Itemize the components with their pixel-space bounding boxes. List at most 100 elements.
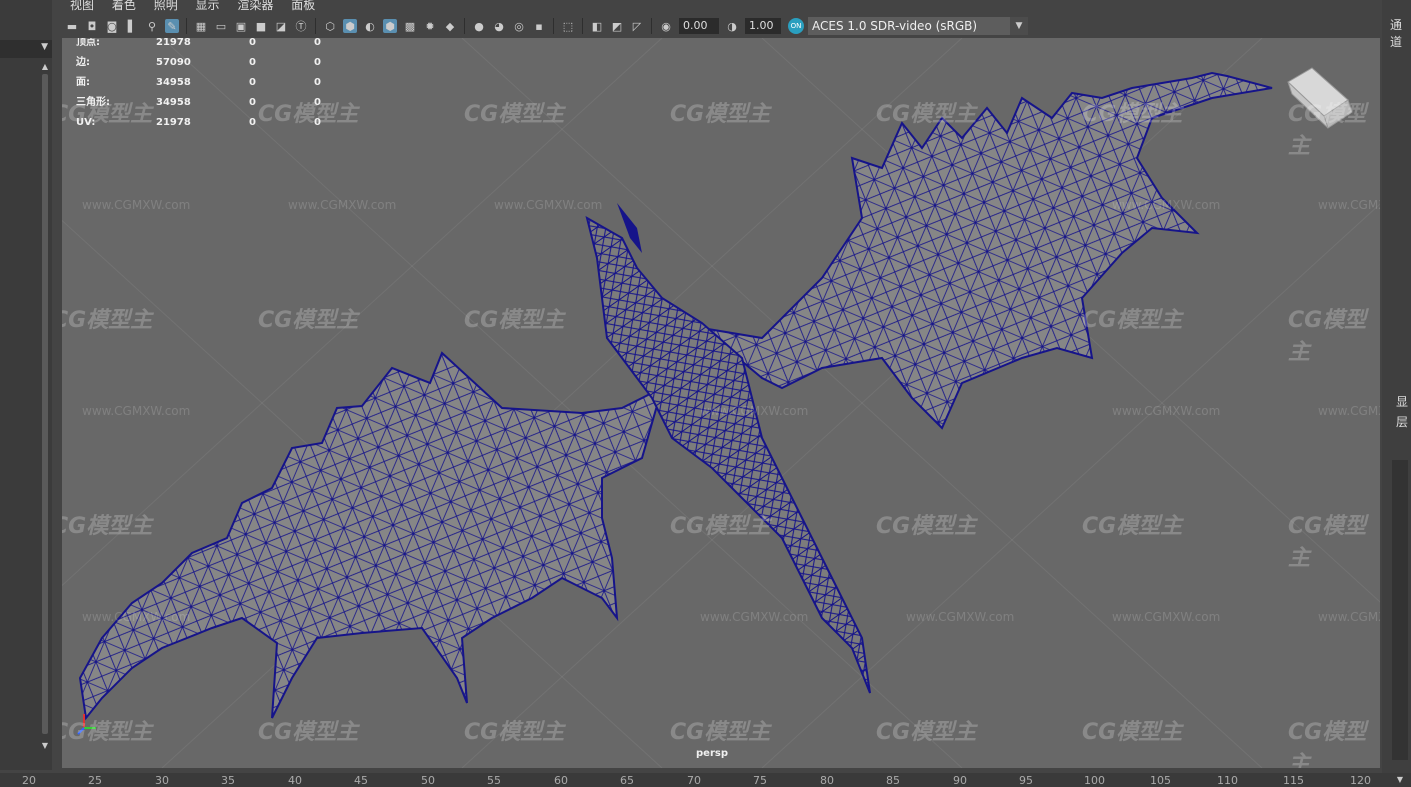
menu-renderer[interactable]: 渲染器 [237, 0, 273, 11]
menu-lighting[interactable]: 照明 [154, 0, 178, 11]
watermark-logo: CG模型主 [1082, 720, 1183, 745]
menu-shading[interactable]: 着色 [112, 0, 136, 11]
watermark-logo: CG模型主 [1082, 514, 1183, 539]
depth-of-field-icon[interactable]: ▪ [532, 19, 546, 33]
scroll-thumb[interactable] [42, 74, 48, 734]
watermark-url: www.CGMXW.com [82, 610, 191, 624]
multisample-aa-icon[interactable]: ◎ [512, 19, 526, 33]
tab-layer[interactable]: 层 [1396, 412, 1408, 432]
watermark-logo: CG模型主 [876, 720, 977, 745]
panel-toolbar: ▬ ◘ ◙ ▌ ⚲ ✎ ▦ ▭ ▣ ■ ◪ Ⓣ ⬡ ⬢ ◐ ⬢ ▩ ✹ ◆ ● … [62, 14, 1382, 38]
3d-viewport[interactable]: CG模型主 CG模型主 CG模型主 CG模型主 CG模型主 CG模型主 CG模型… [62, 38, 1380, 768]
wireframe-on-shaded-icon[interactable]: ⬢ [383, 19, 397, 33]
film-gate-icon[interactable]: ▭ [214, 19, 228, 33]
grid-icon[interactable]: ▦ [194, 19, 208, 33]
wireframe-icon[interactable]: ⬡ [323, 19, 337, 33]
color-management-toggle[interactable]: ON [788, 18, 804, 34]
tick-label: 75 [753, 774, 767, 787]
right-scrollbar[interactable] [1392, 460, 1408, 760]
shadows-icon[interactable]: ◆ [443, 19, 457, 33]
screen-space-ao-icon[interactable]: ● [472, 19, 486, 33]
xray-icon[interactable]: ◧ [590, 19, 604, 33]
menu-panels[interactable]: 面板 [291, 0, 315, 11]
gamma-field[interactable]: 1.00 [745, 18, 781, 34]
tick-label: 115 [1283, 774, 1304, 787]
tick-label: 65 [620, 774, 634, 787]
watermark-logo: CG模型主 [258, 308, 359, 333]
isolate-select-icon[interactable]: ⬚ [561, 19, 575, 33]
poly-count-hud: 顶点: 21978 0 0 边: 57090 0 0 面: 34958 0 0 … [76, 38, 336, 138]
camera-attributes-icon[interactable]: ◘ [85, 19, 99, 33]
watermark-url: www.CGMXW.com [288, 198, 397, 212]
resolution-gate-icon[interactable]: ▣ [234, 19, 248, 33]
dragon-right-wing [698, 71, 1273, 430]
motion-blur-icon[interactable]: ◕ [492, 19, 506, 33]
tick-label: 30 [155, 774, 169, 787]
scroll-up-icon[interactable]: ▲ [40, 62, 50, 71]
smooth-shade-icon[interactable]: ⬢ [343, 19, 357, 33]
image-plane-icon[interactable]: ⚲ [145, 19, 159, 33]
watermark-url: www.CGMXW.com [1112, 610, 1221, 624]
watermark-logo: CG模型主 [464, 720, 565, 745]
tick-label: 55 [487, 774, 501, 787]
chevron-down-icon: ▼ [41, 42, 48, 52]
tick-label: 60 [554, 774, 568, 787]
watermark-logo: CG模型主 [1288, 308, 1367, 365]
watermark-logo: CG模型主 [876, 514, 977, 539]
watermark-url: www.CGMXW.com [494, 198, 603, 212]
bookmarks-icon[interactable]: ◙ [105, 19, 119, 33]
right-side-tabs: 显 层 [1396, 392, 1408, 432]
watermark-url: www.CGMXW.com [82, 404, 191, 418]
tick-label: 90 [953, 774, 967, 787]
tick-label: 40 [288, 774, 302, 787]
tick-label: 25 [88, 774, 102, 787]
watermark-url: www.CGMXW.com [82, 198, 191, 212]
watermark-logo: CG模型主 [1288, 514, 1367, 571]
watermark-logo: CG模型主 [258, 720, 359, 745]
xray-joints-icon[interactable]: ◩ [610, 19, 624, 33]
tick-label: 95 [1019, 774, 1033, 787]
use-all-lights-icon[interactable]: ✹ [423, 19, 437, 33]
watermark-url: www.CGMXW.com [1112, 198, 1221, 212]
watermark-logo: CG模型主 [62, 720, 153, 745]
channel-box-tab[interactable]: 通道 [1390, 16, 1411, 50]
watermark-url: www.CGMXW.com [906, 610, 1015, 624]
grease-pencil-icon[interactable]: ✎ [165, 19, 179, 33]
gamma-icon[interactable]: ◑ [725, 19, 739, 33]
tick-label: 50 [421, 774, 435, 787]
hud-row-edges: 边: 57090 0 0 [76, 57, 321, 68]
camera-name-label: persp [696, 748, 728, 759]
bookmark-flag-icon[interactable]: ▌ [125, 19, 139, 33]
chevron-down-icon[interactable]: ▼ [1010, 17, 1028, 35]
watermark-logo: CG模型主 [1288, 102, 1367, 159]
menu-view[interactable]: 视图 [70, 0, 94, 11]
menu-show[interactable]: 显示 [196, 0, 220, 11]
watermark-logo: CG模型主 [62, 308, 153, 333]
hud-row-vertices: 顶点: 21978 0 0 [76, 38, 321, 48]
tab-display[interactable]: 显 [1396, 392, 1408, 412]
tick-label: 45 [354, 774, 368, 787]
exposure-field[interactable]: 0.00 [679, 18, 719, 34]
safe-title-icon[interactable]: Ⓣ [294, 19, 308, 33]
exposure-icon[interactable]: ◉ [659, 19, 673, 33]
left-scrollbar[interactable]: ▲ ▼ [40, 62, 50, 750]
view-transform-select[interactable]: ACES 1.0 SDR-video (sRGB) ▼ [808, 17, 1028, 35]
textured-icon[interactable]: ▩ [403, 19, 417, 33]
default-material-icon[interactable]: ◐ [363, 19, 377, 33]
gate-mask-icon[interactable]: ■ [254, 19, 268, 33]
backface-culling-icon[interactable]: ◸ [630, 19, 644, 33]
watermark-logo: CG模型主 [1082, 308, 1183, 333]
watermark-url: www.CGMXW.com [1318, 404, 1380, 418]
scroll-down-icon[interactable]: ▼ [1397, 775, 1403, 784]
field-chart-icon[interactable]: ◪ [274, 19, 288, 33]
watermark-logo: CG模型主 [670, 514, 771, 539]
scroll-down-icon[interactable]: ▼ [40, 741, 50, 750]
tick-label: 85 [886, 774, 900, 787]
left-panel-dropdown[interactable]: ▼ [0, 40, 52, 58]
hud-row-faces: 面: 34958 0 0 [76, 77, 321, 88]
select-camera-icon[interactable]: ▬ [65, 19, 79, 33]
watermark-logo: CG模型主 [670, 102, 771, 127]
watermark-logo: CG模型主 [1288, 720, 1367, 768]
time-slider-ruler[interactable]: 20 25 30 35 40 45 50 55 60 65 70 75 80 8… [0, 773, 1411, 787]
panel-menu-bar: 视图 着色 照明 显示 渲染器 面板 [62, 0, 1382, 12]
